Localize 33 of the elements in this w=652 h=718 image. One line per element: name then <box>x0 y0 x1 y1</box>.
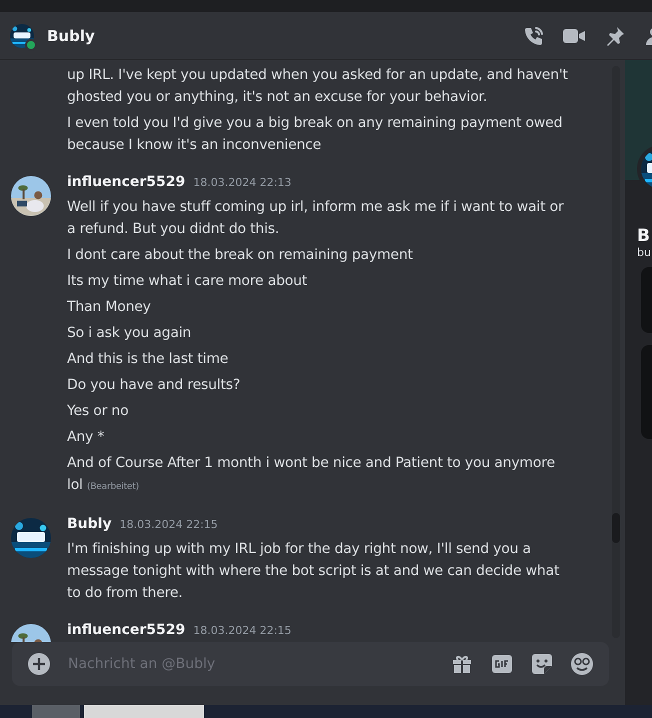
chat-title: Bubly <box>47 26 95 44</box>
scrollbar-thumb[interactable] <box>612 513 620 543</box>
message-input[interactable]: Nachricht an @Bubly <box>66 655 451 673</box>
message-text: So i ask you again <box>67 324 192 343</box>
profile-name: B <box>637 226 651 246</box>
gif-icon[interactable] <box>491 653 513 675</box>
username[interactable]: Bubly <box>67 516 112 532</box>
sticker-icon[interactable] <box>531 653 553 675</box>
message-text: I'm finishing up with my IRL job for the day right now, I'll send you a message tonight with where the bot script is at and we can decide what to do from there. <box>67 540 560 603</box>
timestamp: 18.03.2024 22:15 <box>193 624 292 637</box>
message-text: I even told you I'd give you a big break on any remaining payment owed because I know it's an inconvenience <box>67 114 564 155</box>
message-text: And of Course After 1 month i wont be nice and Patient to you anymore lol (Bearbeitet) <box>67 454 556 495</box>
phone-call-icon[interactable] <box>522 24 544 46</box>
message-text: Do you have and results? <box>67 376 242 395</box>
message-text: Its my time what i care more about <box>67 272 308 291</box>
message-text: Yes or no <box>67 402 130 421</box>
profile-username: bu <box>637 246 652 259</box>
timestamp: 18.03.2024 22:13 <box>193 176 292 189</box>
message-text: Any * <box>67 428 106 447</box>
timestamp: 18.03.2024 22:15 <box>120 518 218 531</box>
emoji-glasses-icon[interactable] <box>571 653 593 675</box>
message-composer[interactable]: Nachricht an @Bubly <box>12 642 609 686</box>
message-text: Well if you have stuff coming up irl, inform me ask me if i want to wait or a refund. But you didnt do this. <box>67 198 565 239</box>
add-icon[interactable] <box>28 653 50 675</box>
username[interactable]: influencer5529 <box>67 622 186 638</box>
message-text: up IRL. I've kept you updated when you asked for an update, and haven't ghosted you or anything, it's not an excuse for your behavior. <box>67 66 569 107</box>
window-thumbnail[interactable] <box>84 705 204 718</box>
message-text: I dont care about the break on remaining payment <box>67 246 414 265</box>
message-text: And this is the last time <box>67 350 230 369</box>
window-thumbnail[interactable] <box>32 705 80 718</box>
username[interactable]: influencer5529 <box>67 174 186 190</box>
message-text: Than Money <box>67 298 152 317</box>
gift-icon[interactable] <box>451 653 473 675</box>
